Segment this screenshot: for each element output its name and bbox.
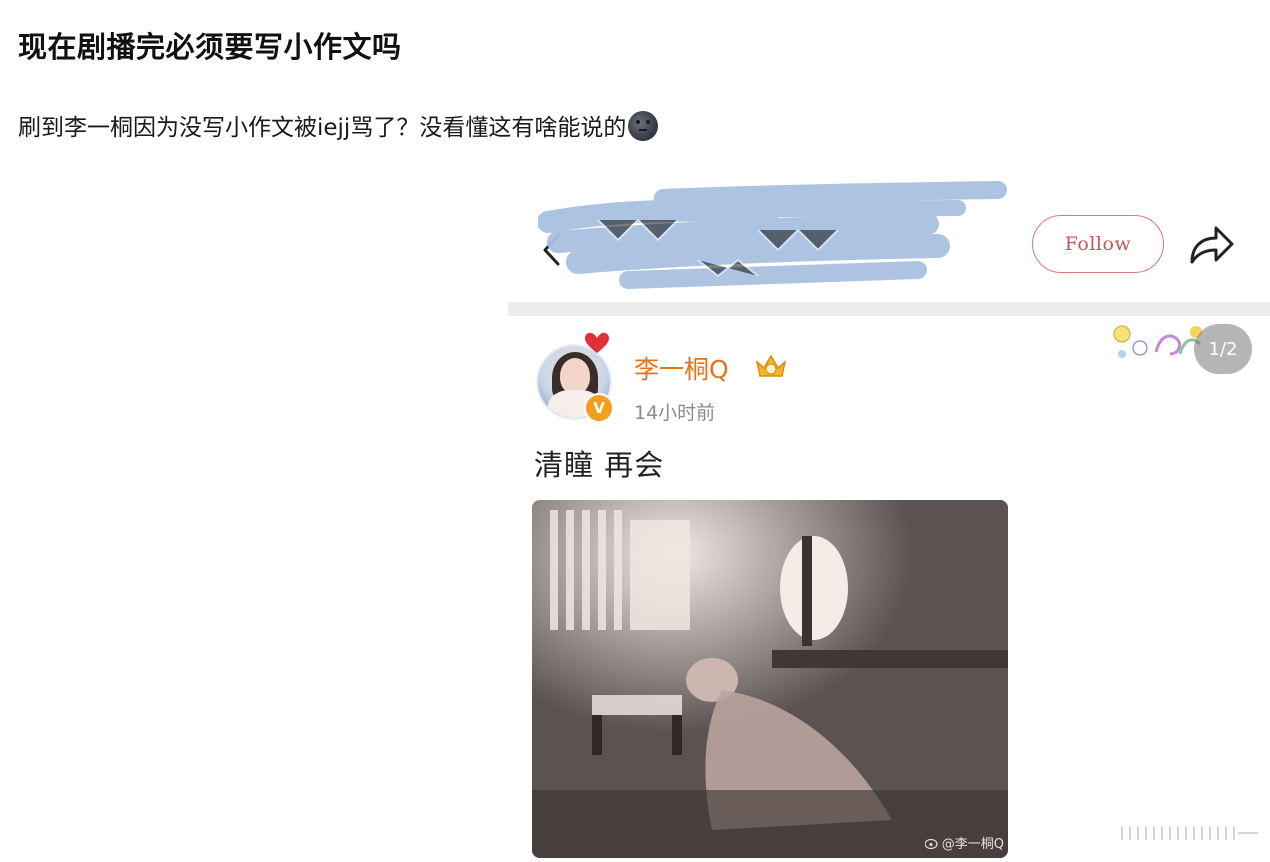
verified-badge-icon: V	[584, 393, 614, 423]
image-watermark: @李一桐Q	[924, 833, 1004, 852]
scroll-indicator	[1121, 826, 1258, 840]
timestamp: 14小时前	[634, 402, 716, 424]
post-body-text: 刷到李一桐因为没写小作文被iejj骂了？没看懂这有啥能说的	[18, 115, 627, 141]
follow-button[interactable]: Follow	[1032, 215, 1164, 273]
weibo-logo-icon	[924, 838, 938, 849]
post-image[interactable]: @李一桐Q	[532, 500, 1008, 858]
avatar-face	[560, 358, 590, 394]
new-moon-face-icon	[628, 111, 659, 141]
redaction-scribble	[538, 181, 1007, 289]
post-title: 现在剧播完必须要写小作文吗	[18, 30, 402, 64]
embedded-screenshot: Follow V 李一桐Q 14小时前 1/2 清瞳 再会 @李一桐Q	[508, 180, 1270, 862]
weibo-post-text: 清瞳 再会	[534, 448, 665, 482]
heart-icon	[585, 332, 609, 353]
watermark-text: @李一桐Q	[941, 837, 1004, 852]
post-image-scene	[532, 500, 1008, 858]
username[interactable]: 李一桐Q	[634, 350, 729, 386]
crown-badge-icon	[755, 354, 787, 377]
section-divider	[508, 302, 1270, 316]
share-arrow-icon[interactable]	[1186, 222, 1236, 266]
post-body: 刷到李一桐因为没写小作文被iejj骂了？没看懂这有啥能说的	[18, 108, 659, 142]
image-page-indicator: 1/2	[1194, 324, 1252, 374]
